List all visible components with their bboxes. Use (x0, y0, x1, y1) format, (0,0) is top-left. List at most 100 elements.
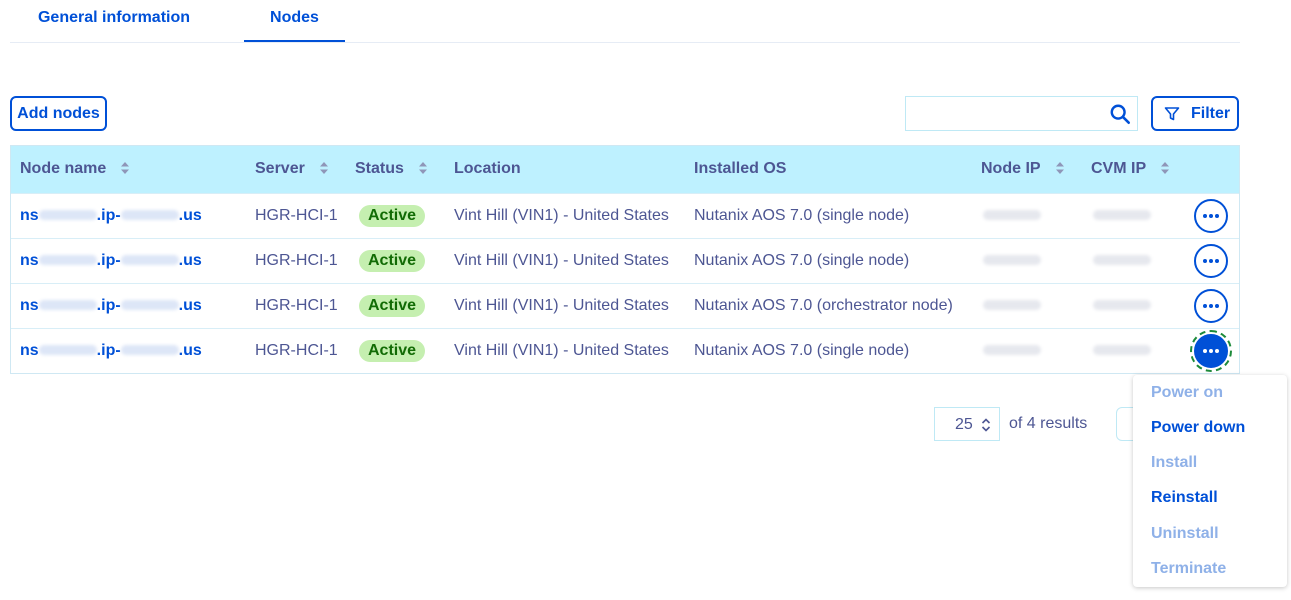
filter-icon (1164, 107, 1180, 121)
status-cell: Active (359, 284, 426, 328)
redacted-text (120, 254, 179, 265)
page-size-select[interactable]: 25 (934, 407, 1000, 441)
node-name-link[interactable]: ns .ip- .us (20, 239, 202, 283)
redacted-text (120, 209, 179, 220)
row-actions-button[interactable] (1194, 289, 1228, 323)
location-cell: Vint Hill (VIN1) - United States (454, 342, 669, 359)
table-row: ns .ip- .us HGR-HCI-1 Active Vint Hill (VI… (11, 193, 1239, 238)
menu-item-install[interactable]: Install (1151, 454, 1197, 472)
menu-item-terminate[interactable]: Terminate (1151, 560, 1226, 578)
node-name-suffix: .us (178, 207, 202, 224)
status-cell: Active (359, 329, 426, 373)
menu-item-power-down[interactable]: Power down (1151, 419, 1245, 437)
cvm-ip-cell (1093, 284, 1151, 328)
column-server[interactable]: Server (255, 146, 329, 193)
redacted-text (38, 254, 97, 265)
node-name-link[interactable]: ns .ip- .us (20, 329, 202, 373)
column-cvm-ip[interactable]: CVM IP (1091, 146, 1170, 193)
table-row: ns .ip- .us HGR-HCI-1 Active Vint Hill (VI… (11, 328, 1239, 373)
column-label: Node IP (981, 160, 1041, 177)
cvm-ip-cell (1093, 329, 1151, 373)
os-cell: Nutanix AOS 7.0 (single node) (694, 252, 910, 269)
chevron-up-down-icon (981, 418, 991, 432)
server-cell: HGR-HCI-1 (255, 342, 338, 359)
status-cell: Active (359, 194, 426, 238)
node-ip-cell (983, 194, 1041, 238)
cvm-ip-cell (1093, 194, 1151, 238)
node-name-prefix: ns (20, 252, 39, 269)
table-row: ns .ip- .us HGR-HCI-1 Active Vint Hill (VI… (11, 283, 1239, 328)
node-name-mid: .ip- (96, 252, 121, 269)
column-location: Location (454, 160, 521, 177)
redacted-text (983, 209, 1041, 220)
node-name-prefix: ns (20, 207, 39, 224)
tab-bar: General information Nodes (10, 0, 1240, 43)
table-row: ns .ip- .us HGR-HCI-1 Active Vint Hill (VI… (11, 238, 1239, 283)
location-cell: Vint Hill (VIN1) - United States (454, 252, 669, 269)
column-node-ip[interactable]: Node IP (981, 146, 1065, 193)
node-name-suffix: .us (178, 252, 202, 269)
row-actions-button[interactable] (1194, 244, 1228, 278)
status-badge: Active (359, 339, 426, 362)
os-cell: Nutanix AOS 7.0 (single node) (694, 207, 910, 224)
row-actions-menu: Power on Power down Install Reinstall Un… (1133, 375, 1287, 587)
status-cell: Active (359, 239, 426, 283)
status-badge: Active (359, 294, 426, 317)
column-installed-os: Installed OS (694, 160, 787, 177)
status-badge: Active (359, 204, 426, 227)
column-label: Node name (20, 160, 107, 177)
redacted-text (38, 299, 97, 310)
node-name-mid: .ip- (96, 297, 121, 314)
sort-icon[interactable] (319, 161, 329, 175)
node-name-suffix: .us (178, 297, 202, 314)
sort-icon[interactable] (120, 161, 130, 175)
tab-nodes[interactable]: Nodes (244, 0, 345, 42)
node-name-mid: .ip- (96, 207, 121, 224)
redacted-text (1093, 299, 1151, 310)
column-node-name[interactable]: Node name (20, 146, 130, 193)
redacted-text (983, 254, 1041, 265)
column-status[interactable]: Status (355, 146, 428, 193)
row-actions-button[interactable] (1194, 199, 1228, 233)
redacted-text (1093, 344, 1151, 355)
node-name-prefix: ns (20, 297, 39, 314)
results-count: of 4 results (1009, 415, 1088, 432)
filter-button[interactable]: Filter (1151, 96, 1239, 131)
redacted-text (983, 299, 1041, 310)
node-ip-cell (983, 329, 1041, 373)
cvm-ip-cell (1093, 239, 1151, 283)
search-input[interactable] (906, 97, 1101, 130)
node-ip-cell (983, 284, 1041, 328)
location-cell: Vint Hill (VIN1) - United States (454, 297, 669, 314)
node-name-prefix: ns (20, 342, 39, 359)
sort-icon[interactable] (1160, 161, 1170, 175)
table-header: Node name Server Status Location Install… (11, 146, 1239, 193)
menu-item-uninstall[interactable]: Uninstall (1151, 525, 1219, 543)
menu-item-reinstall[interactable]: Reinstall (1151, 489, 1218, 507)
filter-label: Filter (1191, 105, 1231, 122)
page-size-value: 25 (955, 416, 973, 433)
status-badge: Active (359, 249, 426, 272)
node-ip-cell (983, 239, 1041, 283)
server-cell: HGR-HCI-1 (255, 252, 338, 269)
add-nodes-button[interactable]: Add nodes (10, 96, 107, 131)
more-options-icon (1203, 349, 1219, 353)
redacted-text (1093, 209, 1151, 220)
os-cell: Nutanix AOS 7.0 (orchestrator node) (694, 297, 953, 314)
node-name-link[interactable]: ns .ip- .us (20, 284, 202, 328)
sort-icon[interactable] (1055, 161, 1065, 175)
redacted-text (1093, 254, 1151, 265)
tab-general-information[interactable]: General information (36, 0, 192, 42)
node-name-suffix: .us (178, 342, 202, 359)
column-label: Status (355, 160, 404, 177)
sort-icon[interactable] (418, 161, 428, 175)
menu-item-power-on[interactable]: Power on (1151, 384, 1223, 402)
location-cell: Vint Hill (VIN1) - United States (454, 207, 669, 224)
node-name-link[interactable]: ns .ip- .us (20, 194, 202, 238)
os-cell: Nutanix AOS 7.0 (single node) (694, 342, 910, 359)
redacted-text (38, 344, 97, 355)
column-label: CVM IP (1091, 160, 1147, 177)
more-options-icon (1203, 304, 1219, 308)
search-icon[interactable] (1109, 103, 1131, 125)
row-actions-button[interactable] (1190, 330, 1232, 372)
